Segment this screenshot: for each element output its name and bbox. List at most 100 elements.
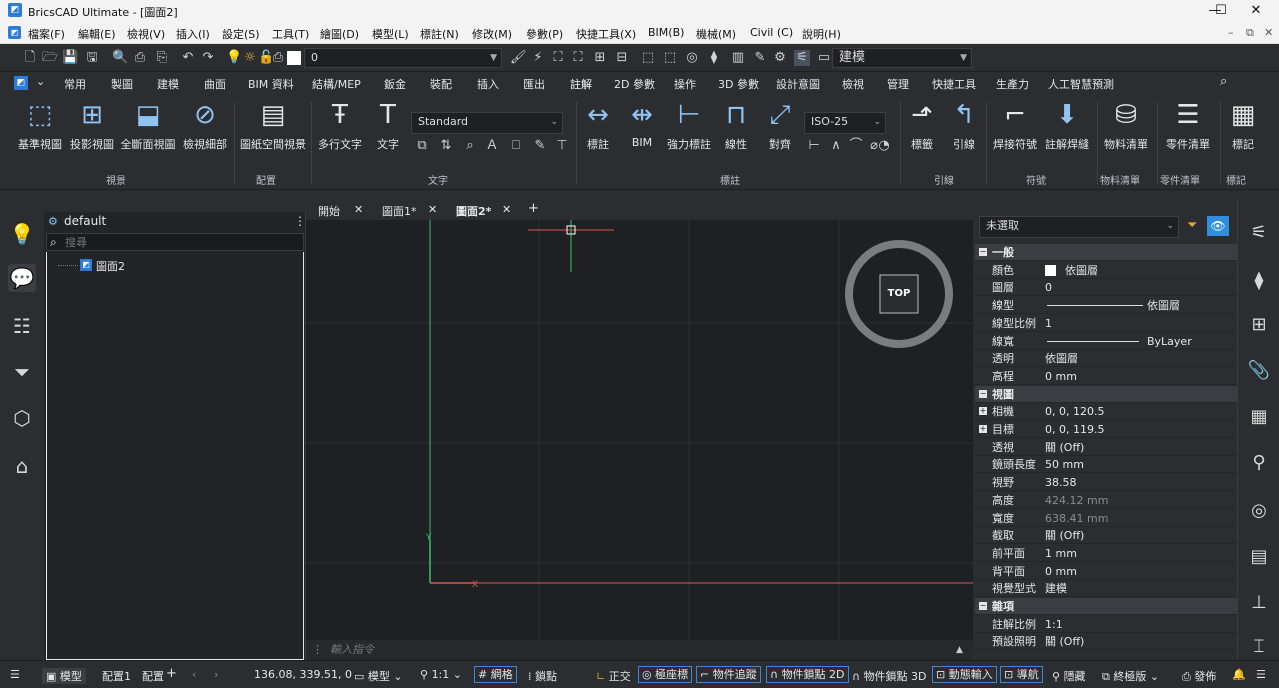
model-tab[interactable]: ▣ 模型 — [42, 668, 86, 684]
tab-drawing1[interactable]: 圖面1* — [382, 203, 417, 219]
app-menu-icon[interactable]: ◩ — [8, 26, 21, 39]
chevron-right-icon[interactable]: › — [214, 668, 218, 681]
property-row[interactable]: 線型比例 1 — [975, 315, 1237, 332]
close-icon[interactable]: ✕ — [354, 203, 363, 216]
property-row[interactable]: + 目標 0, 0, 119.5 — [975, 421, 1237, 438]
text-align-icon[interactable]: ⇅ — [438, 138, 454, 154]
angular-dim-icon[interactable]: ∧ — [828, 138, 844, 154]
object-tracking-toggle[interactable]: ⌐ 物件追蹤 — [696, 666, 761, 683]
property-row[interactable]: 線型 依圖層 — [975, 297, 1237, 315]
menu-settings[interactable]: 設定(S) — [222, 26, 260, 42]
group-parts-list[interactable]: 零件清單 — [1160, 172, 1200, 187]
hide-toggle[interactable]: ⚲ 隱藏 — [1052, 668, 1086, 684]
property-value[interactable]: 0 mm — [1045, 563, 1077, 580]
layer-walk-icon[interactable]: ⊞ — [592, 50, 608, 66]
drawing-explorer-icon[interactable]: ✎ — [752, 50, 768, 66]
app-button-icon[interactable]: ◩ — [14, 76, 28, 90]
tab-bim-data[interactable]: BIM 資料 — [248, 76, 294, 92]
property-section[interactable]: − 一般 — [975, 244, 1237, 261]
layer-unisolate-icon[interactable]: ⛶ — [570, 50, 586, 66]
tab-structure-mep[interactable]: 結構/MEP — [312, 76, 361, 92]
tab-modeling[interactable]: 建模 — [157, 76, 179, 92]
dim-style-select[interactable]: ISO-25 ⌄ — [804, 112, 886, 134]
property-row[interactable]: 截取 關 (Off) — [975, 527, 1237, 545]
property-row[interactable]: 透視 關 (Off) — [975, 439, 1237, 456]
viewcube-label[interactable]: TOP — [880, 288, 918, 299]
menu-bim[interactable]: BIM(B) — [648, 26, 684, 39]
layout-panel-icon[interactable]: ▥ — [730, 50, 746, 66]
property-row[interactable]: 寬度 638.41 mm — [975, 510, 1237, 527]
linear-dimension-button[interactable]: ⊓ 線性 — [718, 98, 754, 152]
menu-edit[interactable]: 編輯(E) — [78, 26, 116, 42]
tab-assembly[interactable]: 裝配 — [430, 76, 452, 92]
filter-icon[interactable]: ⏷ — [8, 358, 36, 386]
space-toggle[interactable]: ▭ 模型 ⌄ — [354, 668, 403, 684]
layer-select[interactable]: 0 ▼ — [304, 48, 502, 68]
property-value[interactable]: 424.12 mm — [1045, 492, 1108, 509]
group-text[interactable]: 文字 — [428, 172, 448, 187]
tab-operations[interactable]: 操作 — [674, 76, 696, 92]
property-value[interactable]: 關 (Off) — [1045, 439, 1084, 456]
property-value[interactable]: 依圖層 — [1065, 262, 1098, 279]
weld-symbol-button[interactable]: ⌐ 焊接符號 — [990, 98, 1040, 152]
status-menu-icon[interactable]: ☰ — [1256, 668, 1266, 681]
panel-title[interactable]: default — [64, 214, 106, 228]
close-button[interactable]: ✕ — [1233, 0, 1279, 22]
undo-icon[interactable]: ↶ — [180, 50, 196, 66]
bom-button[interactable]: ⛁ 物料清單 — [1100, 98, 1152, 152]
group-bom[interactable]: 物料清單 — [1100, 172, 1140, 187]
layout-tab[interactable]: 配置 — [142, 668, 164, 684]
tab-drafting[interactable]: 製圖 — [111, 76, 133, 92]
hot-air-balloon-icon[interactable]: ⚲ — [1246, 450, 1272, 476]
properties-sliders-icon[interactable]: ⚟ — [1246, 220, 1272, 246]
property-value[interactable]: 1 mm — [1045, 545, 1077, 562]
snap-toggle[interactable]: ⁞ 鎖點 — [528, 668, 557, 684]
layer-freeze-icon[interactable]: ☼ — [242, 50, 258, 66]
workspace-select[interactable]: 建模 ▼ — [832, 48, 972, 68]
property-row[interactable]: 前平面 1 mm — [975, 545, 1237, 562]
render-icon[interactable]: ◎ — [684, 50, 700, 66]
property-value[interactable]: 0, 0, 119.5 — [1045, 421, 1104, 438]
library-icon[interactable]: ▤ — [1246, 544, 1272, 570]
more-options-icon[interactable]: ⋮ — [294, 214, 306, 228]
layer-color-swatch[interactable] — [287, 51, 301, 65]
blocks-grid-icon[interactable]: ⊞ — [1246, 312, 1272, 338]
structure-tree-icon[interactable]: ☷ — [8, 312, 36, 340]
text-button[interactable]: T 文字 — [370, 98, 406, 152]
property-row[interactable]: 視野 38.58 — [975, 474, 1237, 492]
layers-icon[interactable]: ⧫ — [1246, 268, 1272, 294]
projected-view-button[interactable]: ⊞ 投影視圖 — [68, 98, 116, 152]
menu-help[interactable]: 說明(H) — [802, 26, 841, 42]
dynamic-input-toggle[interactable]: ⊡ 動態輸入 — [932, 666, 997, 683]
close-icon[interactable]: ✕ — [502, 203, 511, 216]
property-row[interactable]: 鏡頭長度 50 mm — [975, 456, 1237, 474]
property-value[interactable]: 建模 — [1045, 580, 1067, 597]
selection-select[interactable]: 未選取 ⌄ — [979, 216, 1179, 238]
layers-stack-icon[interactable]: ⧫ — [706, 50, 722, 66]
expand-icon[interactable]: + — [979, 425, 987, 433]
property-value[interactable]: 638.41 mm — [1045, 510, 1108, 527]
menu-view[interactable]: 檢視(V) — [127, 26, 165, 42]
property-row[interactable]: 透明 依圖層 — [975, 350, 1237, 368]
property-value[interactable]: 0, 0, 120.5 — [1045, 403, 1104, 420]
osnap-3d-toggle[interactable]: ∩ 物件鎖點 3D — [852, 668, 927, 684]
menu-insert[interactable]: 插入(I) — [176, 26, 210, 42]
ortho-toggle[interactable]: ∟ 正交 — [596, 668, 631, 684]
chevron-down-icon[interactable]: ⌄ — [36, 75, 45, 88]
property-value[interactable]: 1 — [1045, 315, 1052, 332]
publish-icon[interactable]: ⎘ — [154, 50, 170, 66]
ultimate-license[interactable]: ⧉ 終極版 ⌄ — [1102, 668, 1159, 684]
property-value[interactable]: 0 mm — [1045, 368, 1077, 385]
home-icon[interactable]: ⌂ — [8, 452, 36, 480]
bim-dimension-button[interactable]: ⇹ BIM — [624, 98, 660, 149]
print-icon[interactable]: ⎙ — [132, 50, 148, 66]
tab-export[interactable]: 匯出 — [523, 76, 545, 92]
group-symbol[interactable]: 符號 — [1026, 172, 1046, 187]
menu-dimension[interactable]: 標註(N) — [420, 26, 459, 42]
new-icon[interactable]: 🗋 — [22, 50, 38, 66]
property-value[interactable]: 1:1 — [1045, 616, 1063, 633]
command-input[interactable] — [330, 643, 930, 656]
group-layout[interactable]: 配置 — [256, 172, 276, 187]
tab-2d-parametric[interactable]: 2D 參數 — [614, 76, 655, 92]
base-view-button[interactable]: ⬚ 基準視圖 — [16, 98, 64, 152]
